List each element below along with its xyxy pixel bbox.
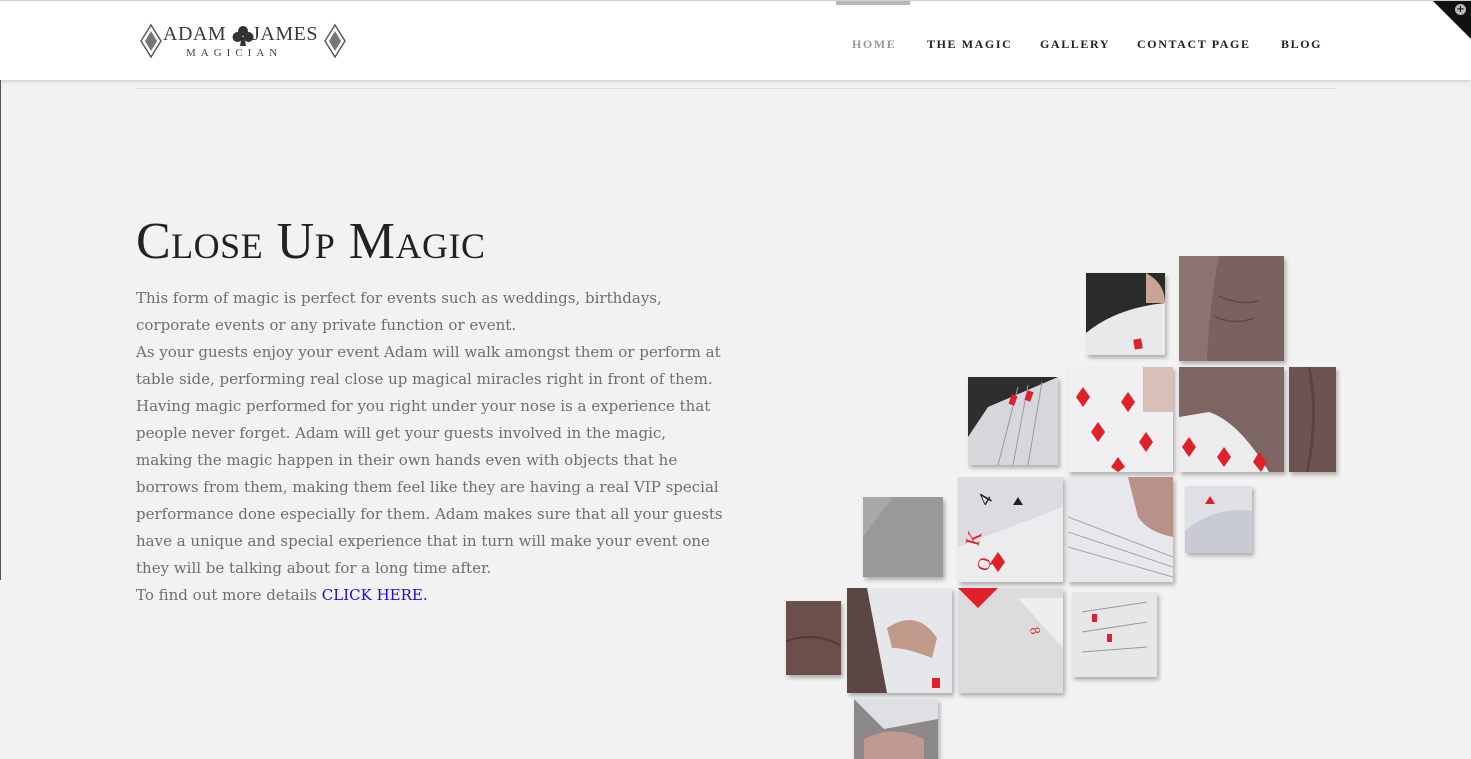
site-logo[interactable]: ADAM JAMES MAGICIAN [139,17,347,65]
svg-text:4: 4 [973,490,997,510]
intro-text: This form of magic is perfect for events… [136,285,726,609]
intro-paragraph-2: As your guests enjoy your event Adam wil… [136,343,723,577]
photo-tile [1179,256,1284,361]
cta-line: To find out more details CLICK HERE. [136,582,726,609]
window-edge [0,80,1,580]
photo-tile: 8 [958,588,1063,693]
nav-gallery[interactable]: GALLERY [1040,37,1110,52]
photo-tile [1289,367,1336,472]
photo-tile [1068,367,1173,472]
flourish-right-icon [324,23,346,59]
page-title: Close Up Magic [136,213,486,270]
header-divider [136,88,1336,89]
photo-tile [847,588,952,693]
nav-home[interactable]: HOME [852,37,896,52]
photo-tile [1185,486,1252,553]
photo-tile [968,377,1058,465]
flourish-left-icon [140,23,162,59]
photo-tile [1072,592,1157,677]
photo-tile [786,601,841,675]
plus-icon[interactable]: + [1455,4,1466,15]
club-icon [232,26,254,46]
nav-the-magic[interactable]: THE MAGIC [927,37,1012,52]
photo-tile [863,497,943,577]
svg-text:8: 8 [1026,626,1042,635]
intro-paragraph-1: This form of magic is perfect for events… [136,289,662,334]
nav-blog[interactable]: BLOG [1281,37,1322,52]
site-header: ADAM JAMES MAGICIAN HOME THE MAGIC GALLER… [0,0,1471,80]
svg-text:K: K [962,528,987,548]
click-here-link[interactable]: CLICK HERE. [322,586,428,604]
cta-prefix: To find out more details [136,586,317,604]
photo-tile: 4 K Q [958,477,1063,582]
photo-tile [1179,367,1284,472]
photo-tile [1068,477,1173,582]
logo-subtitle: MAGICIAN [186,47,283,59]
photo-tile [1086,273,1165,355]
svg-text:Q: Q [973,555,996,573]
nav-active-indicator [836,1,910,5]
photo-tile [854,699,938,759]
nav-contact-page[interactable]: CONTACT PAGE [1137,37,1251,52]
